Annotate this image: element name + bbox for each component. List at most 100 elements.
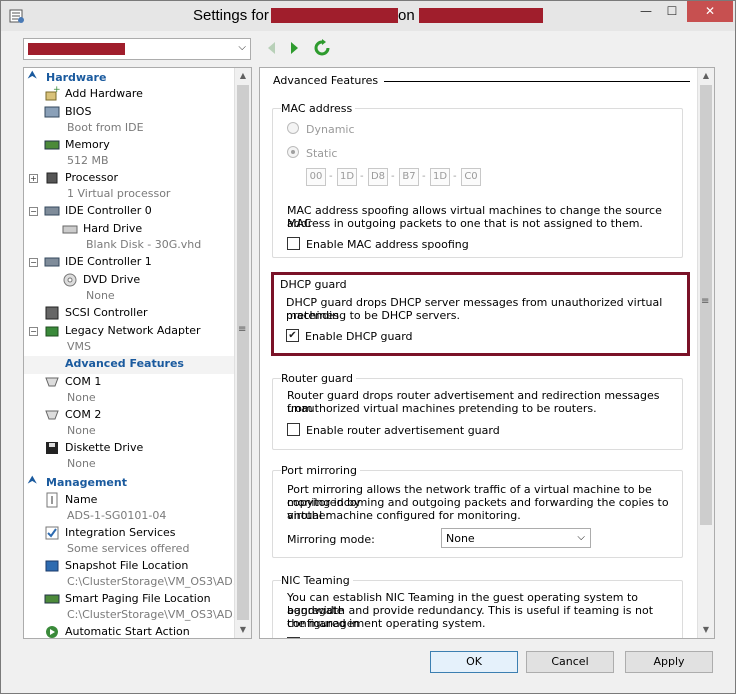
sidebar-item-name[interactable]: Name ADS-1-SG0101-04: [24, 492, 234, 524]
mac-octet-field[interactable]: C0: [461, 168, 481, 186]
mirroring-mode-value: None: [446, 532, 475, 545]
smart-paging-icon: [44, 594, 60, 604]
chevron-down-icon: ⌵: [238, 42, 246, 53]
scroll-up-icon[interactable]: ▲: [698, 68, 714, 84]
mac-octet-field[interactable]: B7: [399, 168, 419, 186]
sidebar-item-smart-paging-file-location[interactable]: Smart Paging File Location C:\ClusterSto…: [24, 591, 243, 623]
mac-address-group: MAC address Dynamic Static 00 - 1D - D8 …: [272, 102, 683, 258]
mac-separator: -: [391, 171, 395, 182]
static-radio[interactable]: [287, 146, 299, 158]
sidebar-item-advanced-features[interactable]: Advanced Features: [24, 356, 234, 374]
router-guard-description-2: unauthorized virtual machines pretending…: [287, 402, 597, 415]
details-scrollbar[interactable]: ▲ ≡ ▼: [697, 68, 714, 638]
dvd-drive-icon: [63, 273, 77, 287]
router-guard-title: Router guard: [281, 372, 356, 385]
sidebar-item-hard-drive[interactable]: Hard Drive Blank Disk - 30G.vhd: [24, 221, 234, 253]
sidebar-item-integration-services[interactable]: Integration Services Some services offer…: [24, 525, 234, 557]
vm-selector-dropdown[interactable]: ⌵: [23, 38, 251, 60]
static-label: Static: [306, 147, 338, 160]
redacted-host-name: [419, 8, 543, 23]
hard-drive-icon: [62, 225, 78, 234]
mac-octet-field[interactable]: 1D: [337, 168, 357, 186]
hardware-section-header[interactable]: ⮝ Hardware: [24, 69, 234, 86]
sidebar-item-com-1[interactable]: COM 1 None: [24, 374, 234, 406]
title-divider: [370, 81, 690, 82]
refresh-icon[interactable]: [313, 39, 331, 57]
scroll-down-icon[interactable]: ▼: [235, 622, 251, 638]
minimize-button[interactable]: —: [633, 1, 659, 22]
dynamic-radio[interactable]: [287, 122, 299, 134]
sidebar-item-legacy-network-adapter[interactable]: − Legacy Network Adapter VMS: [24, 323, 234, 355]
redacted-vm-selection: [28, 43, 125, 55]
apply-button[interactable]: Apply: [625, 651, 713, 673]
com-port-icon: [45, 377, 59, 387]
mirroring-mode-select[interactable]: None ⌵: [441, 528, 591, 548]
scroll-grip-icon: ≡: [701, 296, 710, 307]
bios-icon: [44, 106, 60, 118]
mac-spoofing-description-2: address in outgoing packets to one that …: [287, 217, 643, 230]
sidebar-item-snapshot-file-location[interactable]: Snapshot File Location C:\ClusterStorage…: [24, 558, 243, 590]
settings-tree: ⮝ Hardware + Add Hardware BIOS Boot from…: [23, 67, 252, 639]
nic-teaming-description-3: the management operating system.: [287, 617, 486, 630]
collapse-tree-icon[interactable]: −: [29, 327, 38, 336]
collapse-tree-icon[interactable]: −: [29, 258, 38, 267]
window-title-mid: on: [398, 7, 415, 24]
dynamic-label: Dynamic: [306, 123, 355, 136]
window-title-prefix: Settings for: [193, 7, 269, 24]
scroll-up-icon[interactable]: ▲: [235, 68, 251, 84]
settings-window-icon: [9, 9, 24, 23]
sidebar-scroll-thumb[interactable]: [237, 85, 249, 620]
mac-separator: -: [453, 171, 457, 182]
port-mirroring-description-3: virtual machine configured for monitorin…: [287, 509, 521, 522]
back-icon[interactable]: [263, 39, 281, 57]
sidebar-item-com-2[interactable]: COM 2 None: [24, 407, 234, 439]
ide-controller-icon: [44, 206, 60, 216]
mirroring-mode-label: Mirroring mode:: [287, 533, 375, 546]
expand-icon[interactable]: +: [29, 174, 38, 183]
name-icon: [46, 492, 58, 508]
mac-separator: -: [360, 171, 364, 182]
collapse-icon: ⮝: [28, 70, 37, 81]
snapshot-icon: [45, 560, 59, 572]
mac-separator: -: [329, 171, 333, 182]
sidebar-item-processor[interactable]: + Processor 1 Virtual processor: [24, 170, 234, 202]
scroll-down-icon[interactable]: ▼: [698, 622, 714, 638]
sidebar-item-diskette-drive[interactable]: Diskette Drive None: [24, 440, 234, 472]
ok-button[interactable]: OK: [430, 651, 518, 673]
chevron-down-icon: ⌵: [577, 532, 585, 543]
sidebar-scrollbar[interactable]: ▲ ≡ ▼: [234, 68, 251, 638]
management-section-header[interactable]: ⮝ Management: [24, 474, 234, 491]
router-guard-group: Router guard Router guard drops router a…: [272, 372, 683, 450]
nic-teaming-checkbox[interactable]: [287, 637, 300, 638]
cancel-button[interactable]: Cancel: [526, 651, 614, 673]
sidebar-item-memory[interactable]: Memory 512 MB: [24, 137, 234, 169]
mac-octet-field[interactable]: D8: [368, 168, 388, 186]
router-guard-checkbox[interactable]: [287, 423, 300, 436]
close-button[interactable]: ✕: [687, 1, 733, 22]
port-mirroring-group: Port mirroring Port mirroring allows the…: [272, 464, 683, 558]
mac-octet-field[interactable]: 00: [306, 168, 326, 186]
collapse-tree-icon[interactable]: −: [29, 207, 38, 216]
router-guard-label: Enable router advertisement guard: [306, 424, 500, 437]
port-mirroring-title: Port mirroring: [281, 464, 360, 477]
maximize-button[interactable]: ☐: [659, 1, 685, 22]
processor-icon: [46, 172, 58, 184]
redacted-vm-name: [271, 8, 398, 23]
collapse-icon: ⮝: [28, 475, 37, 486]
mac-spoofing-label: Enable MAC address spoofing: [306, 238, 469, 251]
dhcp-guard-highlight: [271, 272, 690, 356]
memory-icon: [44, 140, 60, 150]
page-title: Advanced Features: [273, 74, 385, 87]
integration-services-icon: [45, 526, 59, 540]
svg-text:+: +: [53, 86, 60, 95]
mac-spoofing-checkbox[interactable]: [287, 237, 300, 250]
diskette-icon: [46, 442, 58, 454]
sidebar-item-dvd-drive[interactable]: DVD Drive None: [24, 272, 234, 304]
mac-address-title: MAC address: [281, 102, 356, 115]
mac-octet-field[interactable]: 1D: [430, 168, 450, 186]
scsi-controller-icon: [45, 306, 59, 320]
title-bar[interactable]: Settings for on — ☐ ✕: [1, 1, 735, 31]
sidebar-item-bios[interactable]: BIOS Boot from IDE: [24, 104, 234, 136]
forward-icon[interactable]: [285, 39, 303, 57]
sidebar-item-automatic-start-action[interactable]: Automatic Start Action: [24, 624, 234, 638]
